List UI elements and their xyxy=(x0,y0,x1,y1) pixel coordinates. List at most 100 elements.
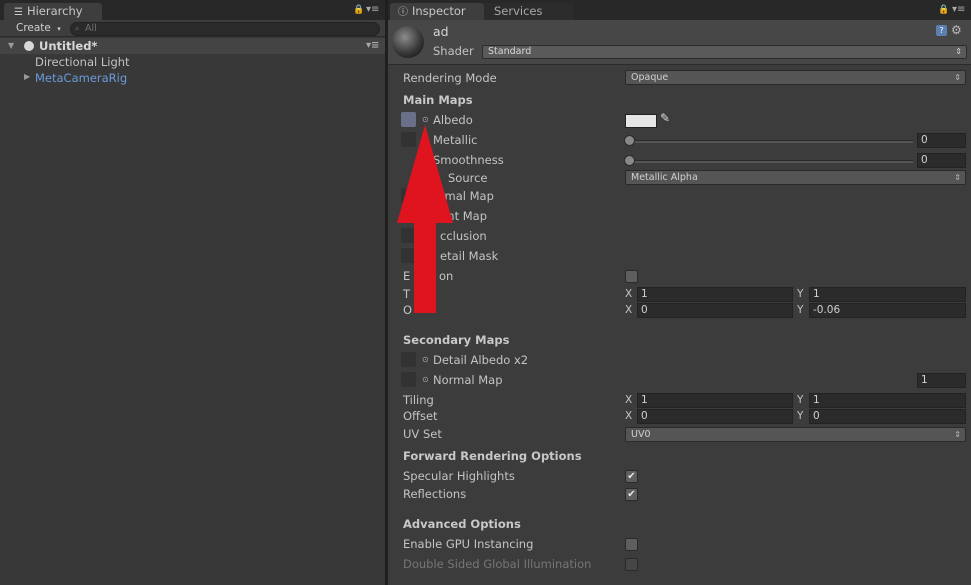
hierarchy-item-label: MetaCameraRig xyxy=(35,71,128,85)
inspector-tab-label: Inspector xyxy=(412,4,466,18)
dropdown-arrow-icon: ▾ xyxy=(57,25,61,33)
search-placeholder: All xyxy=(85,23,97,34)
shader-dropdown[interactable]: Standard ⇕ xyxy=(482,45,967,59)
secondary-tiling-y-field[interactable]: 1 xyxy=(809,393,966,408)
hierarchy-toolbar: Create ▾ ⌕ All xyxy=(0,20,385,37)
hierarchy-item-directional-light[interactable]: Directional Light xyxy=(35,54,130,70)
dropdown-arrow-icon: ⇕ xyxy=(954,173,961,182)
double-sided-gi-checkbox xyxy=(625,558,638,571)
double-sided-gi-label: Double Sided Global Illumination xyxy=(403,557,592,571)
panel-menu-icon[interactable]: ▾≡ xyxy=(952,4,965,15)
tab-services[interactable]: Services xyxy=(484,3,574,20)
expand-triangle-icon[interactable]: ▼ xyxy=(8,38,14,54)
object-picker-icon[interactable]: ⊙ xyxy=(422,355,429,364)
secondary-normal-map-slot[interactable] xyxy=(401,372,416,387)
secondary-normal-scale-field[interactable]: 1 xyxy=(917,373,966,388)
secondary-normal-scale-value: 1 xyxy=(921,374,928,386)
secondary-normal-map-label: Normal Map xyxy=(433,373,503,387)
specular-highlights-label: Specular Highlights xyxy=(403,469,515,483)
gpu-instancing-checkbox[interactable] xyxy=(625,538,638,551)
main-maps-title: Main Maps xyxy=(403,93,473,107)
help-book-icon[interactable]: ? xyxy=(936,25,947,36)
tiling-x-axis: X xyxy=(625,288,633,300)
info-icon: ⓘ xyxy=(398,7,408,18)
secondary-tiling-x-value: 1 xyxy=(641,394,648,406)
metallic-value: 0 xyxy=(921,134,928,146)
hierarchy-item-label: Directional Light xyxy=(35,55,130,69)
secondary-maps-title: Secondary Maps xyxy=(403,333,510,347)
hierarchy-panel: ☰ Hierarchy 🔒 ▾≡ Create ▾ ⌕ All ▼ Untitle… xyxy=(0,0,385,585)
scene-menu-icon[interactable]: ▾≡ xyxy=(366,38,379,54)
tiling-x-field[interactable]: 1 xyxy=(637,287,793,302)
tiling-x-value: 1 xyxy=(641,288,648,300)
uv-set-value: UV0 xyxy=(631,429,651,440)
secondary-offset-x-value: 0 xyxy=(641,410,648,422)
shader-label: Shader xyxy=(433,44,474,58)
advanced-options-title: Advanced Options xyxy=(403,517,521,531)
reflections-label: Reflections xyxy=(403,487,467,501)
secondary-tiling-x-axis: X xyxy=(625,394,633,406)
dropdown-arrow-icon: ⇕ xyxy=(954,430,961,439)
tiling-y-value: 1 xyxy=(813,288,820,300)
detail-albedo-slot[interactable] xyxy=(401,352,416,367)
tab-inspector[interactable]: ⓘ Inspector xyxy=(390,3,484,20)
hierarchy-tab-label: Hierarchy xyxy=(26,4,83,18)
offset-y-value: -0.06 xyxy=(813,304,841,316)
material-preview-sphere xyxy=(392,26,424,58)
secondary-tiling-label: Tiling xyxy=(403,393,434,407)
emission-checkbox[interactable] xyxy=(625,270,638,283)
list-icon: ☰ xyxy=(14,7,23,18)
rendering-mode-dropdown[interactable]: Opaque ⇕ xyxy=(625,70,966,85)
secondary-tiling-y-value: 1 xyxy=(813,394,820,406)
eyedropper-icon[interactable]: ✎ xyxy=(660,111,670,125)
secondary-offset-y-field[interactable]: 0 xyxy=(809,409,966,424)
hierarchy-item-metacamerarig[interactable]: MetaCameraRig xyxy=(35,70,127,86)
metallic-slider[interactable] xyxy=(628,140,913,143)
source-dropdown[interactable]: Metallic Alpha ⇕ xyxy=(625,170,966,185)
scene-row[interactable]: ▼ Untitled* ▾≡ xyxy=(0,38,385,54)
lock-icon[interactable]: 🔒 xyxy=(353,5,364,15)
create-button[interactable]: Create ▾ xyxy=(4,21,61,35)
uv-set-dropdown[interactable]: UV0 ⇕ xyxy=(625,427,966,442)
object-picker-icon[interactable]: ⊙ xyxy=(422,375,429,384)
dropdown-arrow-icon: ⇕ xyxy=(955,47,962,56)
object-picker-icon[interactable]: ⊙ xyxy=(422,115,429,124)
annotation-arrow-shape xyxy=(397,125,453,313)
collapsed-triangle-icon[interactable]: ▶ xyxy=(24,72,30,81)
specular-highlights-checkbox[interactable]: ✔ xyxy=(625,470,638,483)
offset-y-field[interactable]: -0.06 xyxy=(809,303,966,318)
metallic-slider-thumb[interactable] xyxy=(624,135,635,146)
smoothness-slider-thumb[interactable] xyxy=(624,155,635,166)
services-tab-label: Services xyxy=(494,4,543,18)
lock-icon[interactable]: 🔒 xyxy=(938,5,949,15)
secondary-tiling-x-field[interactable]: 1 xyxy=(637,393,793,408)
tab-hierarchy[interactable]: ☰ Hierarchy xyxy=(4,3,102,20)
secondary-offset-y-value: 0 xyxy=(813,410,820,422)
forward-rendering-title: Forward Rendering Options xyxy=(403,449,582,463)
search-input[interactable]: ⌕ All xyxy=(70,22,380,36)
annotation-arrow xyxy=(397,125,453,313)
inspector-panel: ⓘ Inspector Services 🔒 ▾≡ ad Shader Stand… xyxy=(388,0,971,585)
source-value: Metallic Alpha xyxy=(631,172,698,183)
smoothness-slider[interactable] xyxy=(628,160,913,163)
smoothness-value: 0 xyxy=(921,154,928,166)
gear-icon[interactable]: ⚙ xyxy=(951,23,962,37)
shader-value: Standard xyxy=(488,46,532,57)
reflections-checkbox[interactable]: ✔ xyxy=(625,488,638,501)
secondary-offset-x-axis: X xyxy=(625,410,633,422)
rendering-mode-value: Opaque xyxy=(631,72,669,83)
smoothness-value-field[interactable]: 0 xyxy=(917,153,966,168)
metallic-value-field[interactable]: 0 xyxy=(917,133,966,148)
secondary-offset-label: Offset xyxy=(403,409,438,423)
secondary-offset-x-field[interactable]: 0 xyxy=(637,409,793,424)
offset-x-field[interactable]: 0 xyxy=(637,303,793,318)
secondary-tiling-y-axis: Y xyxy=(797,394,804,406)
tiling-y-axis: Y xyxy=(797,288,804,300)
create-label: Create xyxy=(16,22,51,34)
panel-menu-icon[interactable]: ▾≡ xyxy=(366,4,379,15)
search-icon: ⌕ xyxy=(75,24,80,33)
tiling-y-field[interactable]: 1 xyxy=(809,287,966,302)
albedo-color-field[interactable] xyxy=(625,114,657,128)
unity-logo-icon xyxy=(24,41,34,51)
uv-set-label: UV Set xyxy=(403,427,442,441)
